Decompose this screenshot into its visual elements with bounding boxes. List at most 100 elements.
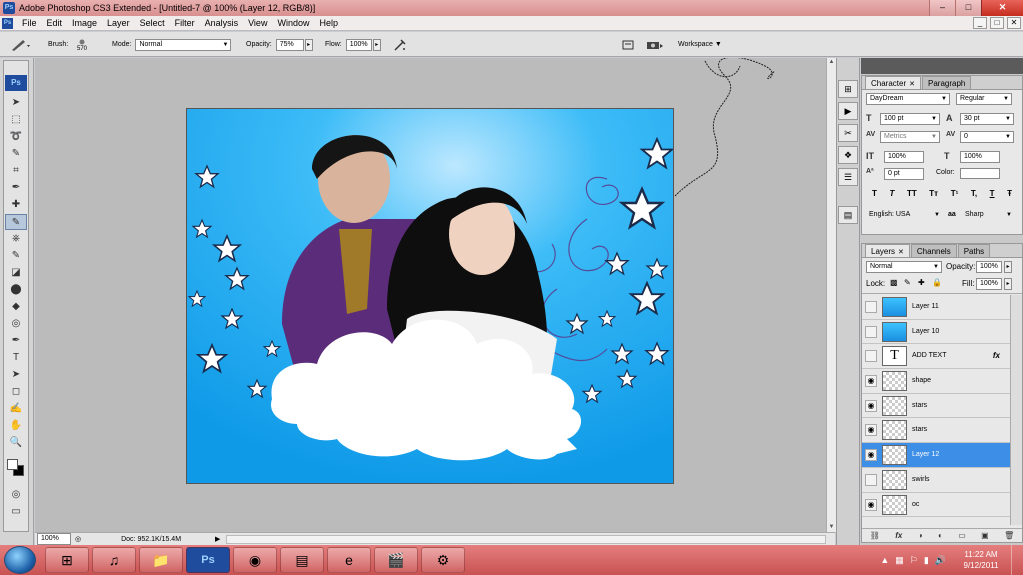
layer-name[interactable]: stars: [912, 394, 927, 418]
menu-view[interactable]: View: [243, 18, 272, 28]
text-layer-thumbnail[interactable]: T: [882, 346, 907, 367]
minimize-button[interactable]: –: [929, 0, 955, 16]
menu-layer[interactable]: Layer: [102, 18, 135, 28]
taskbar-photoshop-icon[interactable]: Ps: [186, 547, 230, 573]
layer-name[interactable]: swirls: [912, 468, 930, 492]
layer-visibility-eye-icon[interactable]: [865, 473, 877, 486]
lock-position-icon[interactable]: ✚: [918, 278, 925, 287]
quick-mask-icon[interactable]: ◎: [5, 487, 27, 503]
lasso-tool-icon[interactable]: ➰: [5, 129, 27, 145]
taskbar-media-player-icon[interactable]: 🎬: [374, 547, 418, 573]
layer-name[interactable]: Layer 12: [912, 443, 939, 467]
action-center-icon[interactable]: ⚐: [910, 555, 918, 566]
vertical-scale-input[interactable]: 100%: [884, 151, 924, 163]
taskbar-chrome-icon[interactable]: ◉: [233, 547, 277, 573]
tab-channels[interactable]: Channels: [910, 244, 957, 257]
layer-thumbnail[interactable]: [882, 420, 907, 441]
delete-layer-icon[interactable]: 🗑: [1004, 531, 1014, 540]
hand-tool-icon[interactable]: ✋: [5, 418, 27, 434]
close-button[interactable]: ✕: [981, 0, 1023, 16]
language-select[interactable]: English: USA: [866, 210, 942, 222]
eraser-tool-icon[interactable]: ◪: [5, 265, 27, 281]
healing-brush-tool-icon[interactable]: ✚: [5, 197, 27, 213]
tracking-select[interactable]: 0: [960, 131, 1014, 143]
fill-slider-button[interactable]: ▸: [1004, 278, 1012, 290]
menu-help[interactable]: Help: [314, 18, 343, 28]
volume-icon[interactable]: 🔊: [935, 555, 946, 566]
dodge-tool-icon[interactable]: ◎: [5, 316, 27, 332]
layer-row[interactable]: ◉ oc: [862, 492, 1010, 518]
path-selection-tool-icon[interactable]: ➤: [5, 367, 27, 383]
kerning-select[interactable]: Metrics: [880, 131, 940, 143]
screen-mode-icon[interactable]: ▭: [5, 504, 27, 520]
layer-visibility-eye-icon[interactable]: ◉: [865, 375, 877, 388]
photoshop-menu-icon[interactable]: Ps: [2, 17, 13, 29]
layer-visibility-eye-icon[interactable]: [865, 301, 877, 313]
flow-slider-button[interactable]: ▸: [372, 38, 381, 51]
add-layer-style-icon[interactable]: fx: [895, 531, 902, 540]
taskbar-tools-app-icon[interactable]: ⚙: [421, 547, 465, 573]
menu-select[interactable]: Select: [135, 18, 170, 28]
layer-thumbnail[interactable]: [882, 469, 907, 490]
scroll-down-icon[interactable]: ▼: [827, 523, 836, 532]
network-icon[interactable]: ▮: [924, 555, 929, 566]
menu-window[interactable]: Window: [272, 18, 314, 28]
document-canvas[interactable]: [186, 108, 674, 484]
bridge-icon[interactable]: [646, 39, 664, 51]
brush-preview-icon[interactable]: [76, 38, 88, 46]
antialias-select[interactable]: Sharp: [962, 210, 1014, 222]
menu-file[interactable]: File: [17, 18, 42, 28]
lock-all-icon[interactable]: 🔒: [932, 278, 942, 287]
layer-row[interactable]: Layer 10: [862, 319, 1010, 345]
layer-name[interactable]: oc: [912, 493, 919, 517]
menu-edit[interactable]: Edit: [42, 18, 68, 28]
layer-row[interactable]: T ADD TEXT fx: [862, 344, 1010, 370]
link-layers-icon[interactable]: ⛓: [870, 531, 880, 540]
workspace-area[interactable]: [35, 58, 826, 532]
opacity-input[interactable]: 75%: [275, 38, 304, 51]
taskbar-itunes-icon[interactable]: ♫: [92, 547, 136, 573]
tab-paragraph[interactable]: Paragraph: [922, 76, 972, 89]
brush-tool-icon[interactable]: ✎: [5, 214, 27, 230]
layer-comps-panel-icon[interactable]: ☰: [838, 168, 858, 186]
workspace-menu[interactable]: Workspace ▼: [678, 41, 722, 48]
faux-bold-button[interactable]: T: [872, 189, 877, 203]
horizontal-scrollbar[interactable]: [226, 534, 827, 544]
layer-visibility-eye-icon[interactable]: [865, 325, 877, 338]
doc-info[interactable]: Doc: 952.1K/15.4M: [121, 536, 181, 543]
layer-visibility-eye-icon[interactable]: ◉: [865, 449, 877, 462]
layer-visibility-eye-icon[interactable]: [865, 350, 877, 363]
zoom-menu-icon[interactable]: ◎: [75, 535, 81, 543]
font-size-input[interactable]: 100 pt: [880, 113, 940, 125]
layer-name[interactable]: shape: [912, 369, 931, 393]
layer-opacity-input[interactable]: 100%: [976, 261, 1002, 273]
status-menu-arrow-icon[interactable]: ▶: [215, 535, 220, 543]
layer-row[interactable]: Layer 11: [862, 295, 1010, 320]
notes-panel-icon[interactable]: ▤: [838, 206, 858, 224]
zoom-tool-icon[interactable]: 🔍: [5, 435, 27, 451]
tab-paths[interactable]: Paths: [957, 244, 991, 257]
new-group-icon[interactable]: ▭: [958, 531, 966, 540]
mode-select[interactable]: Normal: [135, 38, 232, 51]
layer-thumbnail[interactable]: [882, 494, 907, 515]
layer-thumbnail[interactable]: [882, 297, 907, 317]
color-swatches[interactable]: [5, 457, 27, 481]
strikethrough-button[interactable]: Ŧ: [1007, 189, 1012, 203]
tab-character[interactable]: Character ✕: [865, 76, 921, 89]
horizontal-scale-input[interactable]: 100%: [960, 151, 1000, 163]
shape-tool-icon[interactable]: ◻: [5, 384, 27, 400]
superscript-button[interactable]: T¹: [951, 189, 959, 203]
layer-row[interactable]: ◉ stars: [862, 418, 1010, 444]
palette-well-icon[interactable]: [622, 39, 634, 51]
show-hidden-icons-icon[interactable]: ▲: [880, 555, 889, 565]
leading-input[interactable]: 30 pt: [960, 113, 1014, 125]
gradient-tool-icon[interactable]: ⬤: [5, 282, 27, 298]
layer-name[interactable]: stars: [912, 418, 927, 442]
text-color-swatch[interactable]: [960, 168, 1000, 179]
maximize-button[interactable]: □: [955, 0, 981, 16]
layer-visibility-eye-icon[interactable]: ◉: [865, 498, 877, 511]
flow-input[interactable]: 100%: [345, 38, 372, 51]
blur-tool-icon[interactable]: ◆: [5, 299, 27, 315]
start-button[interactable]: [4, 546, 36, 574]
move-tool-icon[interactable]: ➤: [5, 95, 27, 111]
